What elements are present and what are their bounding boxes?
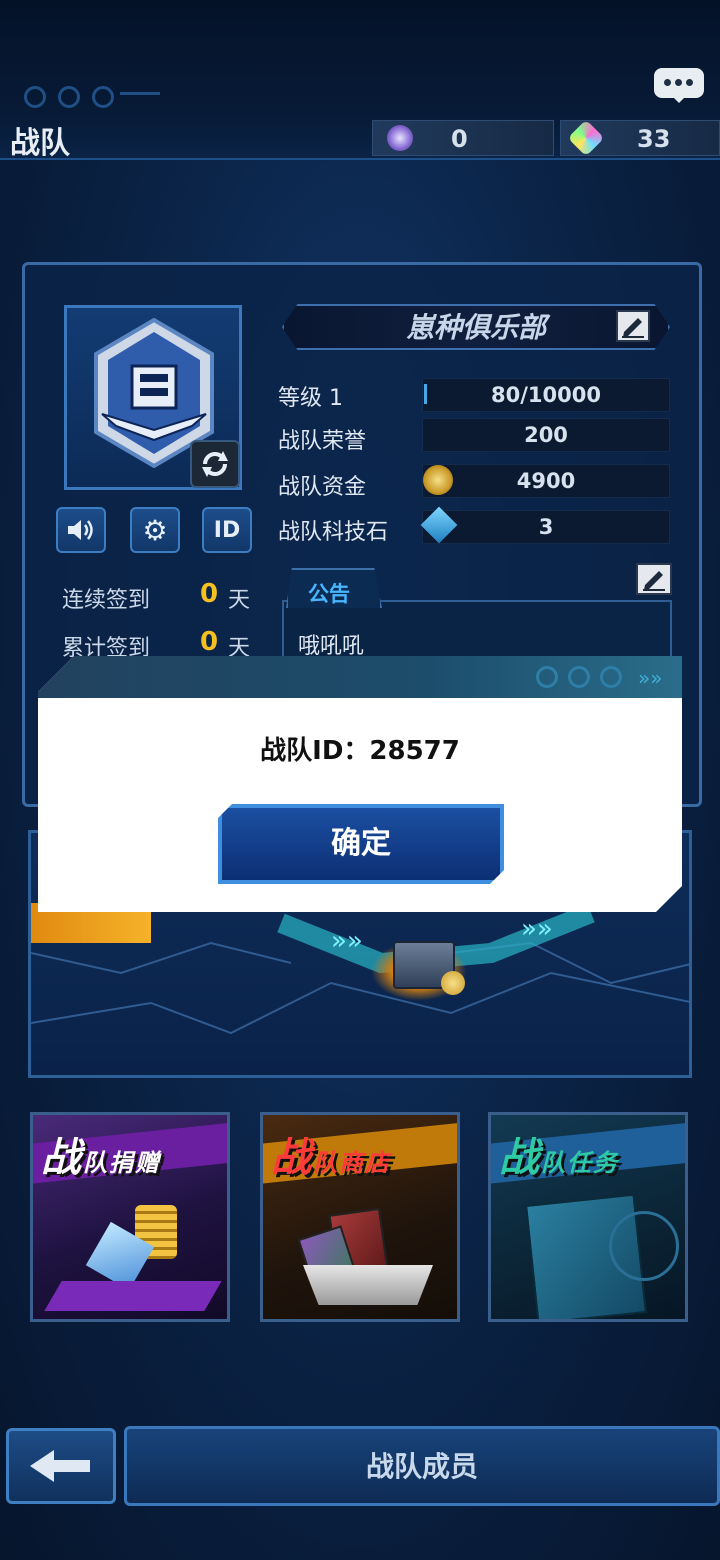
- chevron-right-icon: »»: [638, 666, 663, 690]
- dialog-message: 战队ID：28577: [260, 736, 460, 766]
- deco-circle: [568, 666, 590, 688]
- deco-circle: [600, 666, 622, 688]
- confirm-button[interactable]: 确定: [218, 804, 504, 884]
- dialog-header: »»: [38, 656, 682, 698]
- deco-circle: [536, 666, 558, 688]
